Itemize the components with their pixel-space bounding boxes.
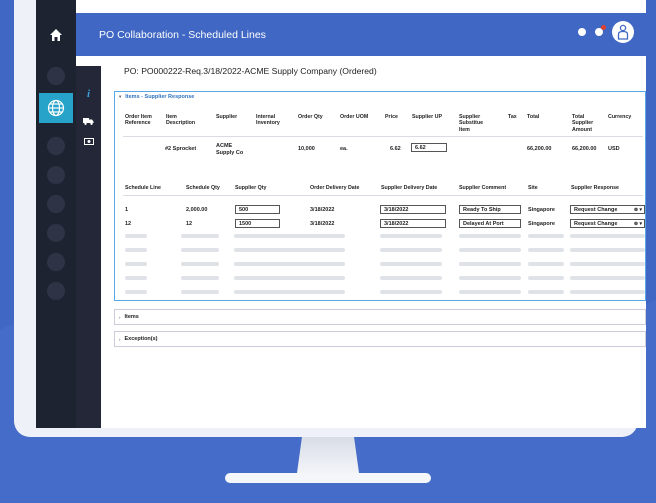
- money-icon[interactable]: [76, 138, 101, 145]
- item-order-qty: 10,000: [298, 146, 315, 152]
- globe-icon[interactable]: [39, 93, 73, 123]
- supplier-response-panel: ▾ Items - Supplier Response Order Item R…: [114, 91, 646, 301]
- col-order-delivery-date: Order Delivery Date: [310, 185, 360, 191]
- supplier-comment-input[interactable]: Delayed At Port: [459, 219, 521, 228]
- site: Singapore: [528, 207, 555, 213]
- sidebar-item[interactable]: [47, 67, 65, 85]
- col-supplier-response: Supplier Response: [571, 185, 619, 191]
- app-sidebar: [36, 0, 76, 428]
- supplier-delivery-date-input[interactable]: 3/18/2022: [380, 205, 446, 214]
- supplier-response-select[interactable]: Request Change ⊗ ▾: [570, 205, 645, 214]
- sidebar-item[interactable]: [47, 282, 65, 300]
- user-avatar-icon[interactable]: [612, 21, 634, 43]
- app-screen: i PO Collaboration - Scheduled Lines PO:…: [36, 0, 646, 428]
- col-supplier-comment: Supplier Comment: [459, 185, 507, 191]
- monitor-base: [225, 473, 431, 483]
- supplier-qty-input[interactable]: 500: [235, 205, 280, 214]
- item-description: #2 Sprocket: [165, 146, 197, 152]
- select-value: Request Change: [574, 220, 618, 227]
- item-price: 6.62: [390, 146, 401, 152]
- item-order-uom: ea.: [340, 146, 348, 152]
- chevron-down-icon: ▾: [119, 94, 122, 99]
- col-schedule-line: Schedule Line: [125, 185, 161, 191]
- col-supplier-qty: Supplier Qty: [235, 185, 267, 191]
- monitor-stand: [297, 437, 359, 473]
- item-supplier: ACME Supply Co: [216, 143, 244, 156]
- supplier-up-input[interactable]: 6.62: [411, 143, 447, 152]
- panel-title: Items - Supplier Response: [125, 94, 195, 100]
- panel-title: Items: [124, 314, 139, 320]
- app-header: PO Collaboration - Scheduled Lines: [76, 13, 646, 56]
- order-delivery-date: 3/18/2022: [310, 207, 335, 213]
- home-icon[interactable]: [36, 20, 76, 50]
- monitor-frame: i PO Collaboration - Scheduled Lines PO:…: [14, 0, 646, 437]
- po-title: PO: PO000222-Req.3/18/2022-ACME Supply C…: [124, 66, 377, 76]
- sidebar-item[interactable]: [47, 195, 65, 213]
- clear-dropdown-icon[interactable]: ⊗ ▾: [634, 221, 642, 227]
- section-sidebar: i: [76, 66, 101, 428]
- main-content: PO: PO000222-Req.3/18/2022-ACME Supply C…: [101, 56, 646, 428]
- panel-title: Exception(s): [124, 336, 158, 342]
- col-supplier-substitute: Supplier Substitue Item: [459, 114, 484, 133]
- item-total-supplier-amount: 66,200.00: [572, 146, 597, 152]
- supplier-qty-input[interactable]: 1500: [235, 219, 280, 228]
- supplier-response-header[interactable]: ▾ Items - Supplier Response: [115, 92, 645, 102]
- item-total: 66,200.00: [527, 146, 552, 152]
- sidebar-item[interactable]: [47, 224, 65, 242]
- col-order-uom: Order UOM: [340, 114, 369, 120]
- divider: [123, 195, 643, 196]
- schedule-line: 1: [125, 207, 129, 213]
- col-currency: Currency: [608, 114, 632, 120]
- notification-icon[interactable]: [595, 25, 606, 36]
- col-internal-inventory: Internal Inventory: [256, 114, 280, 127]
- divider: [123, 136, 643, 137]
- clear-dropdown-icon[interactable]: ⊗ ▾: [634, 207, 642, 213]
- schedule-line: 12: [125, 221, 132, 227]
- info-icon[interactable]: i: [76, 88, 101, 100]
- col-supplier-up: Supplier UP: [412, 114, 443, 120]
- col-site: Site: [528, 185, 538, 191]
- chevron-right-icon: ›: [119, 314, 121, 320]
- col-price: Price: [385, 114, 398, 120]
- sidebar-item[interactable]: [47, 166, 65, 184]
- exceptions-panel[interactable]: › Exception(s): [114, 331, 646, 347]
- app-title: PO Collaboration - Scheduled Lines: [99, 28, 266, 41]
- col-total-supplier-amount: Total Supplier Amount: [572, 114, 594, 133]
- site: Singapore: [528, 221, 555, 227]
- supplier-response-select[interactable]: Request Change ⊗ ▾: [570, 219, 645, 228]
- col-order-qty: Order Qty: [298, 114, 323, 120]
- schedule-qty: 12: [186, 221, 193, 227]
- supplier-comment-input[interactable]: Ready To Ship: [459, 205, 521, 214]
- chevron-right-icon: ›: [119, 336, 121, 342]
- sidebar-item[interactable]: [47, 253, 65, 271]
- col-order-item-ref: Order Item Reference: [125, 114, 152, 127]
- col-tax: Tax: [508, 114, 517, 120]
- select-value: Request Change: [574, 206, 618, 213]
- order-delivery-date: 3/18/2022: [310, 221, 335, 227]
- col-supplier: Supplier: [216, 114, 238, 120]
- col-item-description: Item Description: [166, 114, 196, 127]
- col-schedule-qty: Schedule Qty: [186, 185, 220, 191]
- sidebar-item[interactable]: [47, 137, 65, 155]
- status-dot-icon[interactable]: [578, 28, 586, 36]
- truck-icon[interactable]: [76, 117, 101, 125]
- item-currency: USD: [608, 146, 620, 152]
- schedule-qty: 2,000.00: [186, 207, 208, 213]
- supplier-delivery-date-input[interactable]: 3/18/2022: [380, 219, 446, 228]
- items-panel[interactable]: › Items: [114, 309, 646, 325]
- col-supplier-delivery-date: Supplier Delivery Date: [381, 185, 438, 191]
- col-total: Total: [527, 114, 540, 120]
